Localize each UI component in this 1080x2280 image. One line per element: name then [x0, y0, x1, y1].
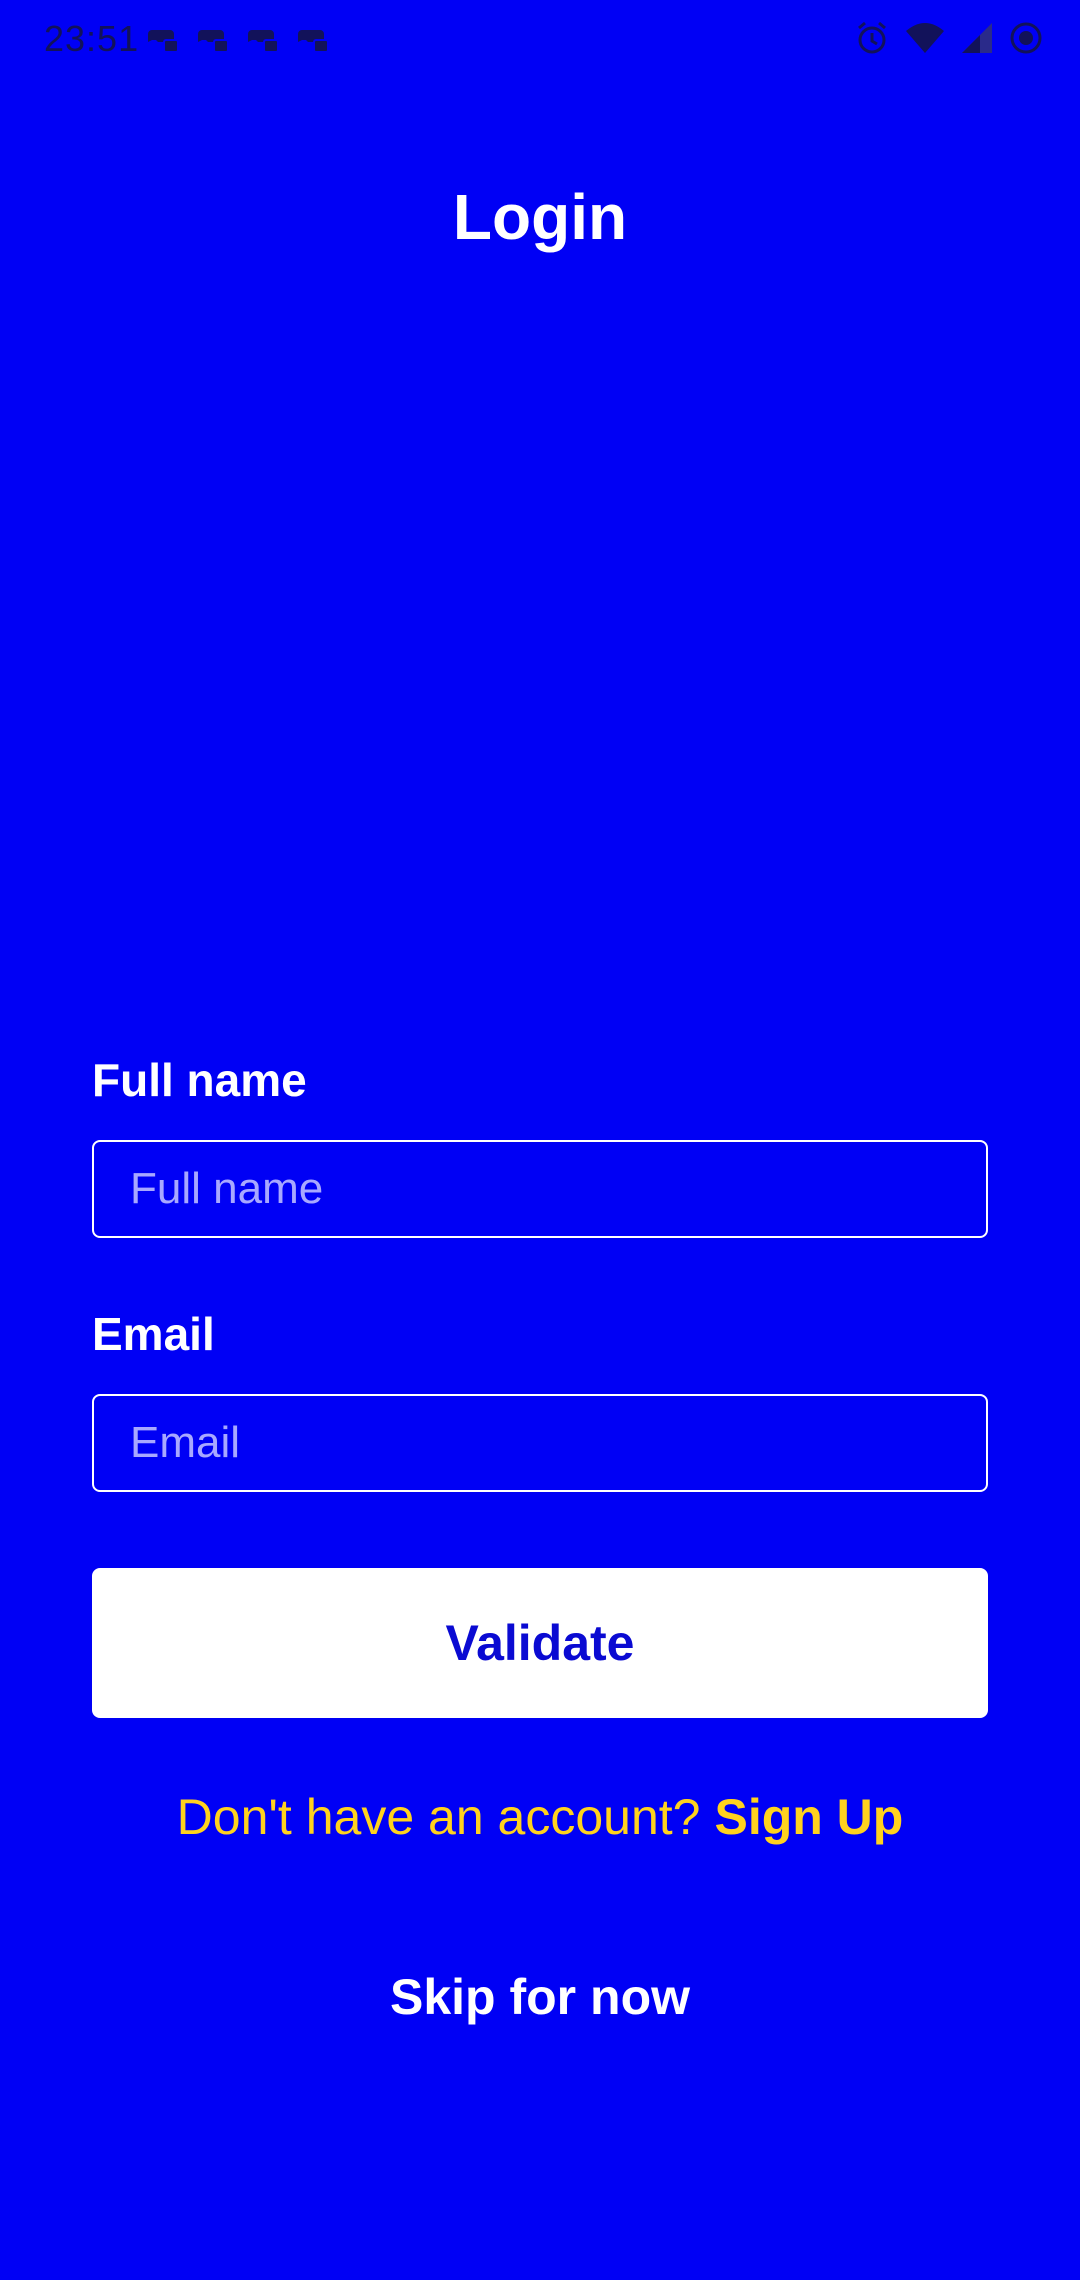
game-controller-icon	[146, 24, 180, 54]
email-label: Email	[92, 1308, 215, 1360]
skip-for-now-link[interactable]: Skip for now	[0, 1968, 1080, 2026]
status-bar: 23:51	[0, 0, 1080, 84]
record-icon	[1008, 20, 1044, 56]
game-controller-icon	[246, 24, 280, 54]
sign-up-link[interactable]: Sign Up	[714, 1789, 903, 1845]
wifi-icon	[904, 21, 946, 55]
full-name-input[interactable]	[92, 1140, 988, 1238]
signal-icon	[960, 21, 994, 55]
login-form: Full name Email	[92, 1050, 988, 1492]
game-controller-icon	[296, 24, 330, 54]
status-time: 23:51	[44, 18, 140, 59]
signup-row: Don't have an account? Sign Up	[0, 1788, 1080, 1846]
email-input[interactable]	[92, 1394, 988, 1492]
alarm-icon	[854, 20, 890, 56]
validate-button[interactable]: Validate	[92, 1568, 988, 1718]
game-controller-icon	[196, 24, 230, 54]
system-icons	[854, 20, 1044, 56]
full-name-label: Full name	[92, 1054, 307, 1106]
notification-icons	[146, 24, 330, 54]
signup-prompt: Don't have an account?	[176, 1789, 701, 1845]
page-title: Login	[452, 181, 628, 253]
